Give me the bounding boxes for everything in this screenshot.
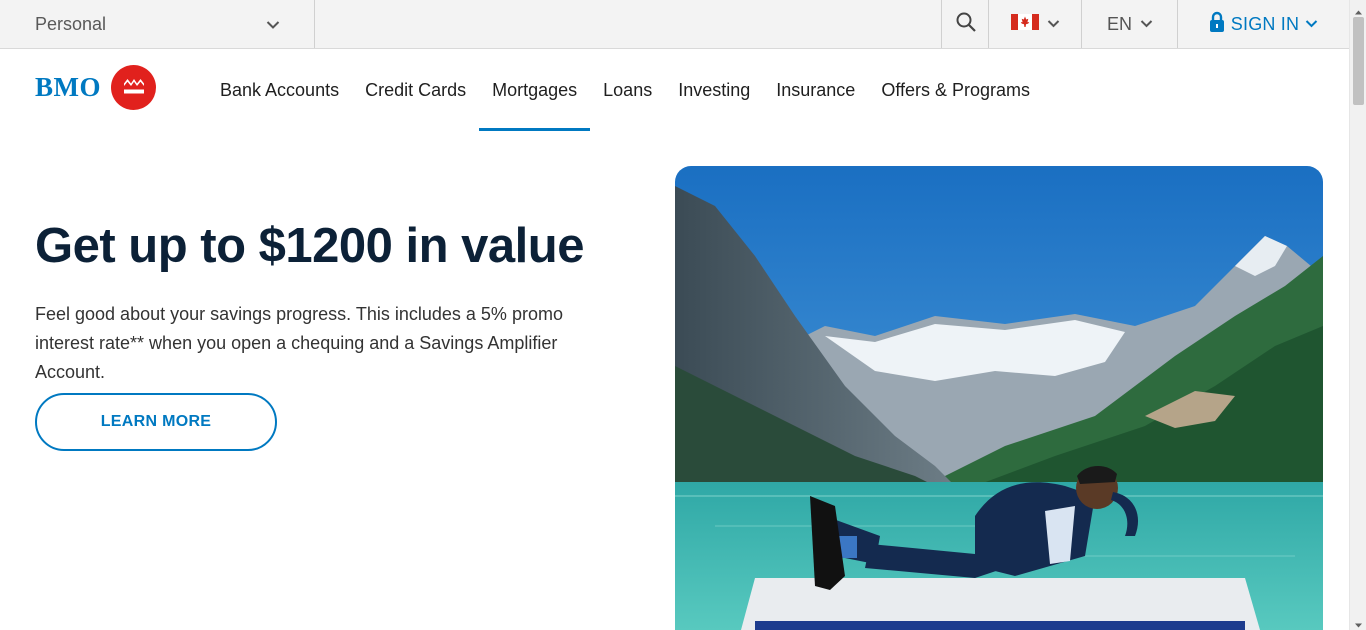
search-button[interactable] — [941, 0, 989, 48]
chevron-down-icon — [266, 17, 280, 35]
nav-menu: Bank Accounts Credit Cards Mortgages Loa… — [207, 49, 1043, 131]
scroll-down-arrow-icon[interactable] — [1354, 617, 1363, 628]
hero-title: Get up to $1200 in value — [35, 219, 584, 273]
learn-more-button[interactable]: LEARN MORE — [35, 393, 277, 451]
lock-icon — [1209, 11, 1225, 38]
sign-in-button[interactable]: SIGN IN — [1177, 0, 1349, 48]
hero-image — [675, 166, 1323, 630]
nav-item-mortgages[interactable]: Mortgages — [479, 49, 591, 131]
hero-description: Feel good about your savings progress. T… — [35, 304, 563, 382]
chevron-down-icon — [1305, 15, 1318, 33]
nav-item-insurance[interactable]: Insurance — [763, 49, 868, 131]
logo-wordmark: BMO — [35, 72, 101, 102]
language-selector[interactable]: EN — [1081, 0, 1178, 48]
segment-label: Personal — [35, 13, 107, 34]
chevron-down-icon — [1140, 15, 1153, 33]
canada-flag-icon — [1011, 13, 1039, 35]
language-label: EN — [1106, 13, 1132, 34]
nav-item-investing[interactable]: Investing — [665, 49, 763, 131]
bmo-roundel-icon — [111, 65, 156, 110]
page-scrollbar[interactable] — [1349, 0, 1366, 630]
nav-item-credit-cards[interactable]: Credit Cards — [352, 49, 479, 131]
bmo-logo[interactable]: BMO — [35, 65, 156, 110]
nav-item-offers-programs[interactable]: Offers & Programs — [868, 49, 1043, 131]
sign-in-label: SIGN IN — [1230, 13, 1300, 34]
nav-item-bank-accounts[interactable]: Bank Accounts — [207, 49, 352, 131]
scroll-up-arrow-icon[interactable] — [1354, 4, 1363, 15]
nav-item-loans[interactable]: Loans — [590, 49, 665, 131]
utility-bar: Personal EN SIGN IN — [0, 0, 1349, 49]
scrollbar-thumb[interactable] — [1353, 17, 1364, 105]
country-selector[interactable] — [988, 0, 1082, 48]
search-icon — [956, 12, 976, 37]
segment-selector[interactable]: Personal — [0, 0, 315, 48]
main-navigation: BMO Bank Accounts Credit Cards Mortgages… — [0, 49, 1349, 131]
chevron-down-icon — [1047, 15, 1060, 33]
